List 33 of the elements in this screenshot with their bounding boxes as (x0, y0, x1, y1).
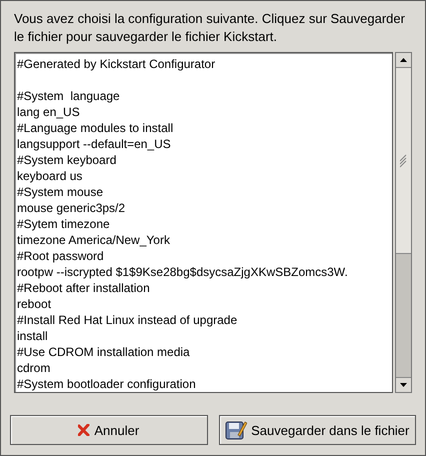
config-line: langsupport --default=en_US (17, 136, 172, 152)
config-line: #System mouse (17, 184, 104, 200)
down-arrow-icon (400, 383, 407, 387)
scroll-down-button[interactable] (396, 377, 411, 392)
config-line: #Root password (17, 248, 105, 264)
config-line: mouse generic3ps/2 (17, 200, 126, 216)
config-line: cdrom (17, 360, 52, 376)
config-line: #Language modules to install (17, 120, 174, 136)
config-line: #System language (17, 88, 121, 104)
config-line: timezone America/New_York (17, 232, 171, 248)
config-line: #Generated by Kickstart Configurator (17, 56, 216, 72)
scroll-up-button[interactable] (396, 53, 411, 68)
grip-icon (400, 154, 407, 168)
floppy-disk-icon (225, 419, 248, 441)
config-line: #Install Red Hat Linux instead of upgrade (17, 312, 238, 328)
scroll-thumb[interactable] (396, 68, 411, 254)
config-line: #Use CDROM installation media (17, 344, 191, 360)
instruction-text: Vous avez choisi la configuration suivante. Cliquez sur Sauvegarder le fichier pour sauvegarder le fichier Kickstart. (13, 10, 406, 46)
config-line: rootpw --iscrypted $1$9Kse28bg$dsycsaZjgXKwSBZomcs3W. (17, 264, 349, 280)
config-line: keyboard us (17, 168, 84, 184)
config-line: #Sytem timezone (17, 216, 111, 232)
config-line: reboot (17, 296, 52, 312)
config-line: #System keyboard (17, 152, 118, 168)
scrollbar[interactable] (395, 52, 412, 393)
config-line: #Reboot after installation (17, 280, 151, 296)
config-text-area[interactable] (14, 52, 393, 393)
up-arrow-icon (400, 58, 407, 62)
config-line: lang en_US (17, 104, 81, 120)
config-line: install (17, 328, 49, 344)
config-line: #System bootloader configuration (17, 376, 197, 392)
close-icon (78, 424, 90, 436)
save-button[interactable]: Sauvegarder dans le fichier (218, 415, 416, 445)
cancel-button[interactable]: Annuler (10, 415, 208, 445)
